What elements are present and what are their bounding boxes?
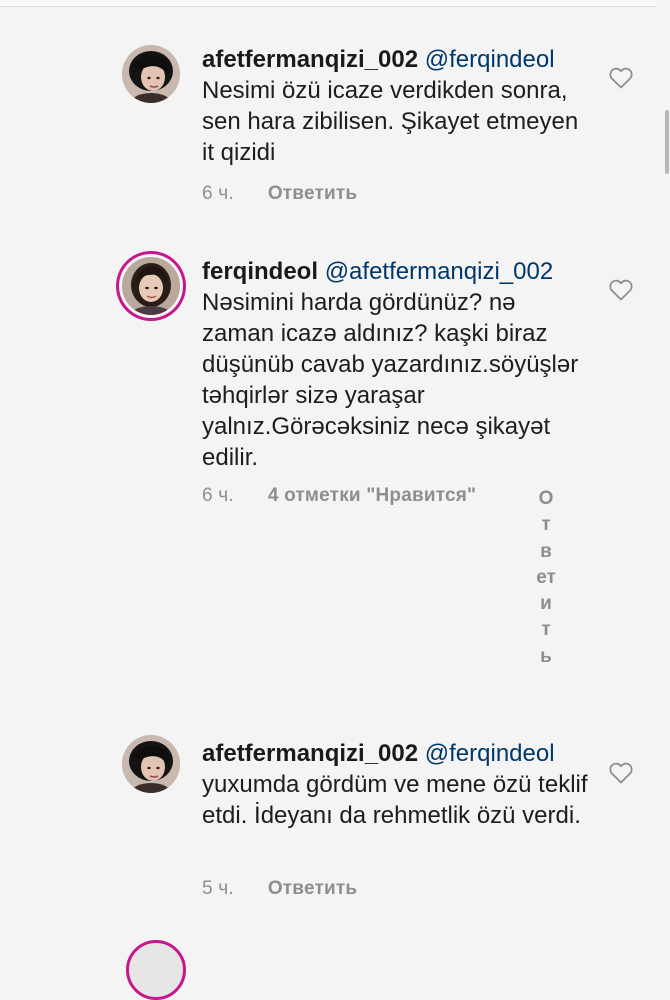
comment-time: 5 ч. [202, 878, 234, 899]
comment-username[interactable]: afetfermanqizi_002 [202, 740, 418, 767]
comment-mention[interactable]: @ferqindeol [425, 46, 555, 73]
comment-username[interactable]: afetfermanqizi_002 [202, 46, 418, 73]
comment-time: 6 ч. [202, 183, 234, 204]
likes-count[interactable]: 4 отметки "Нравится" [268, 485, 476, 506]
avatar[interactable] [122, 45, 180, 103]
comment-username[interactable]: ferqindeol [202, 258, 318, 285]
reply-button[interactable]: Ответить [268, 183, 357, 204]
comment-text: Nesimi özü icaze verdikden sonra, sen ha… [202, 77, 579, 166]
comment-text: yuxumda gördüm ve mene özü teklif etdi. … [202, 771, 588, 829]
comment-meta: 6 ч. Ответить [202, 183, 357, 205]
comment-meta: 6 ч. 4 отметки "Нравится" [202, 485, 476, 507]
comment-mention[interactable]: @afetfermanqizi_002 [325, 258, 554, 285]
comment-body: afetfermanqizi_002 @ferqindeol Nesimi öz… [202, 44, 592, 168]
heart-icon[interactable] [609, 67, 633, 89]
heart-icon[interactable] [609, 279, 633, 301]
comment-body: ferqindeol @afetfermanqizi_002 Nəsimini … [202, 256, 592, 473]
comment-mention[interactable]: @ferqindeol [425, 740, 555, 767]
top-divider [0, 0, 656, 7]
reply-button[interactable]: Ответить [268, 878, 357, 899]
comment-meta: 5 ч. Ответить [202, 878, 357, 900]
comment-time: 6 ч. [202, 485, 234, 506]
scrollbar[interactable] [665, 110, 669, 174]
avatar[interactable] [126, 940, 186, 1000]
comment-text: Nəsimini harda gördünüz? nə zaman icazə … [202, 289, 579, 471]
comment-body: afetfermanqizi_002 @ferqindeol yuxumda g… [202, 738, 592, 831]
avatar[interactable] [122, 735, 180, 793]
heart-icon[interactable] [609, 762, 633, 784]
reply-button[interactable]: Ответить [536, 486, 556, 670]
avatar[interactable] [122, 257, 180, 315]
